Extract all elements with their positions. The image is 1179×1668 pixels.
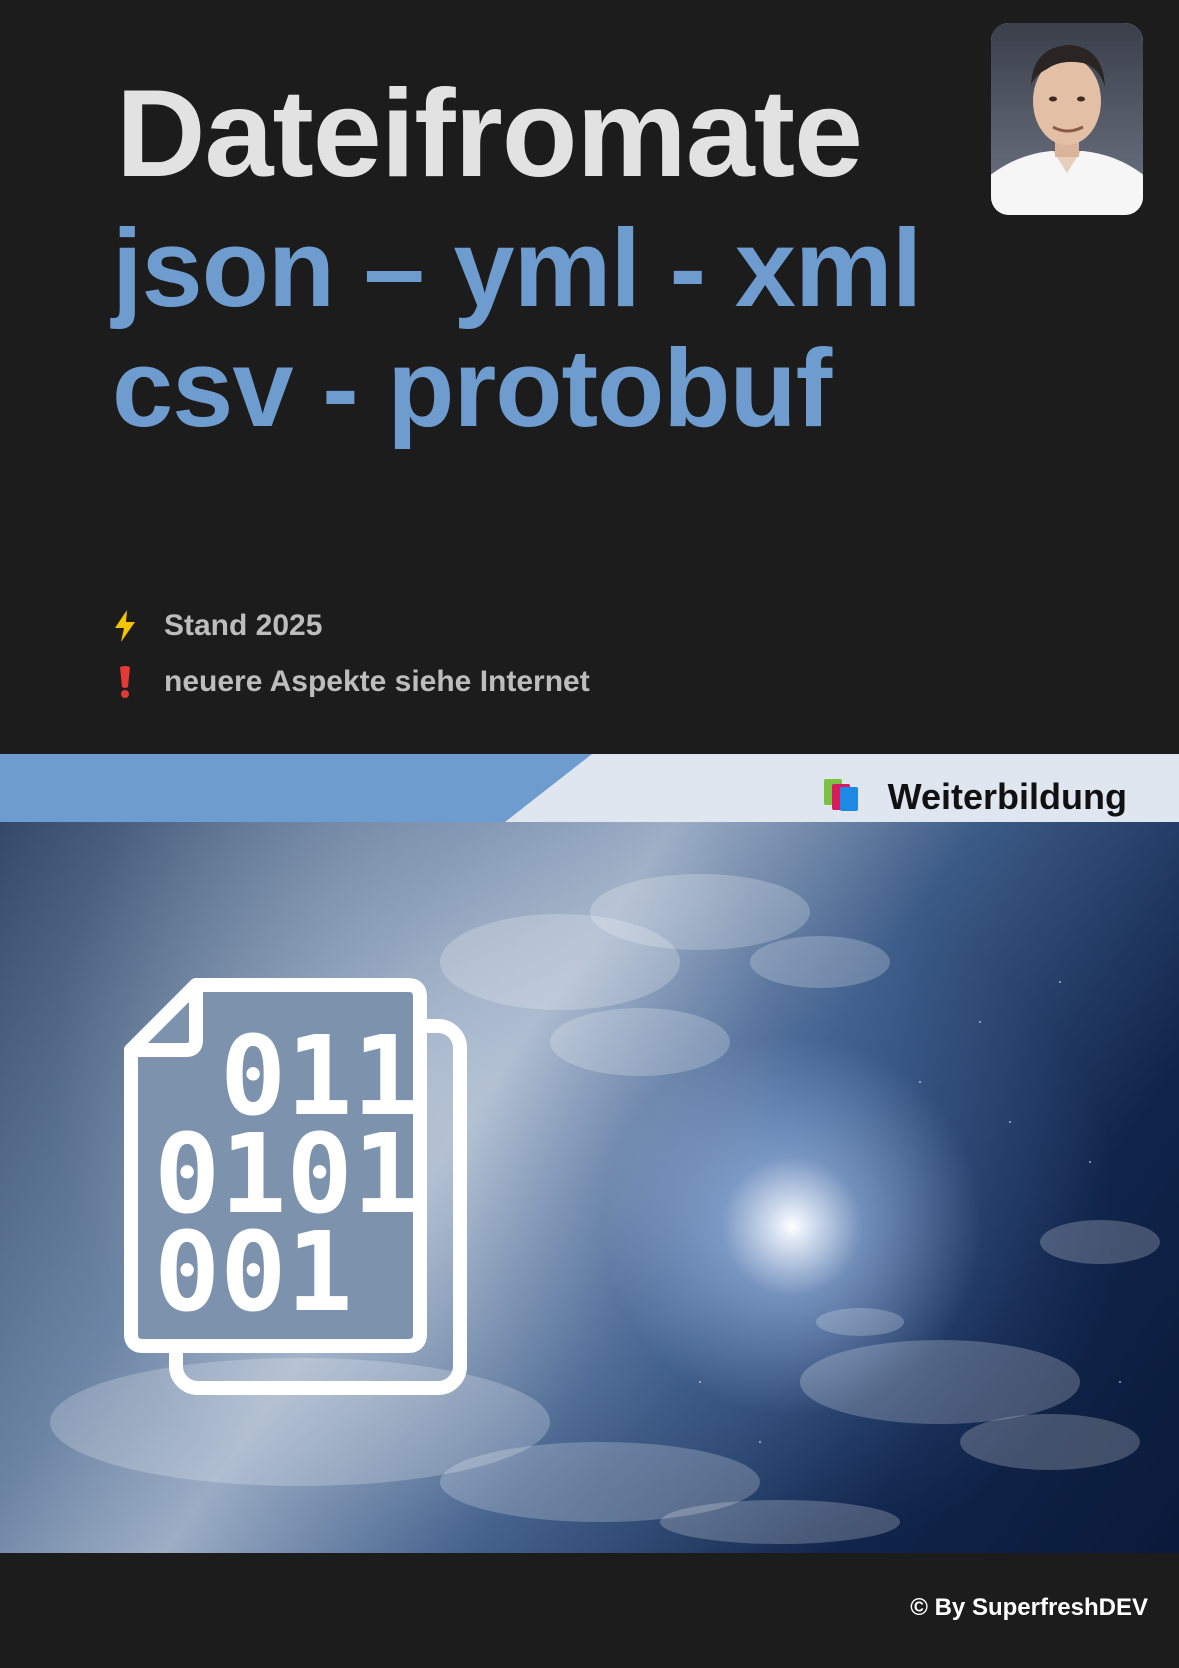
binary-file-icon: 011 0101 001: [124, 978, 467, 1395]
note-item: neuere Aspekte siehe Internet: [110, 654, 590, 710]
note-item: Stand 2025: [110, 598, 590, 654]
lightning-icon: [110, 610, 140, 642]
category-badge: Weiterbildung: [822, 776, 1127, 818]
copyright-credit: © By SuperfreshDEV: [910, 1594, 1148, 1621]
notes-list: Stand 2025 neuere Aspekte siehe Internet: [110, 598, 590, 710]
note-text: Stand 2025: [164, 609, 323, 642]
hero-image: 011 0101 001: [0, 822, 1179, 1553]
note-text: neuere Aspekte siehe Internet: [164, 665, 590, 698]
author-avatar: [991, 23, 1143, 215]
accent-band: [0, 754, 600, 822]
badge-label: Weiterbildung: [887, 776, 1127, 817]
binary-line-3: 001: [154, 1208, 353, 1336]
page-title: Dateifromate: [116, 65, 863, 203]
exclamation-icon: [110, 665, 140, 699]
books-icon: [822, 777, 862, 818]
subtitle-line-1: json – yml - xml: [112, 207, 922, 330]
subtitle-line-2: csv - protobuf: [112, 327, 832, 450]
